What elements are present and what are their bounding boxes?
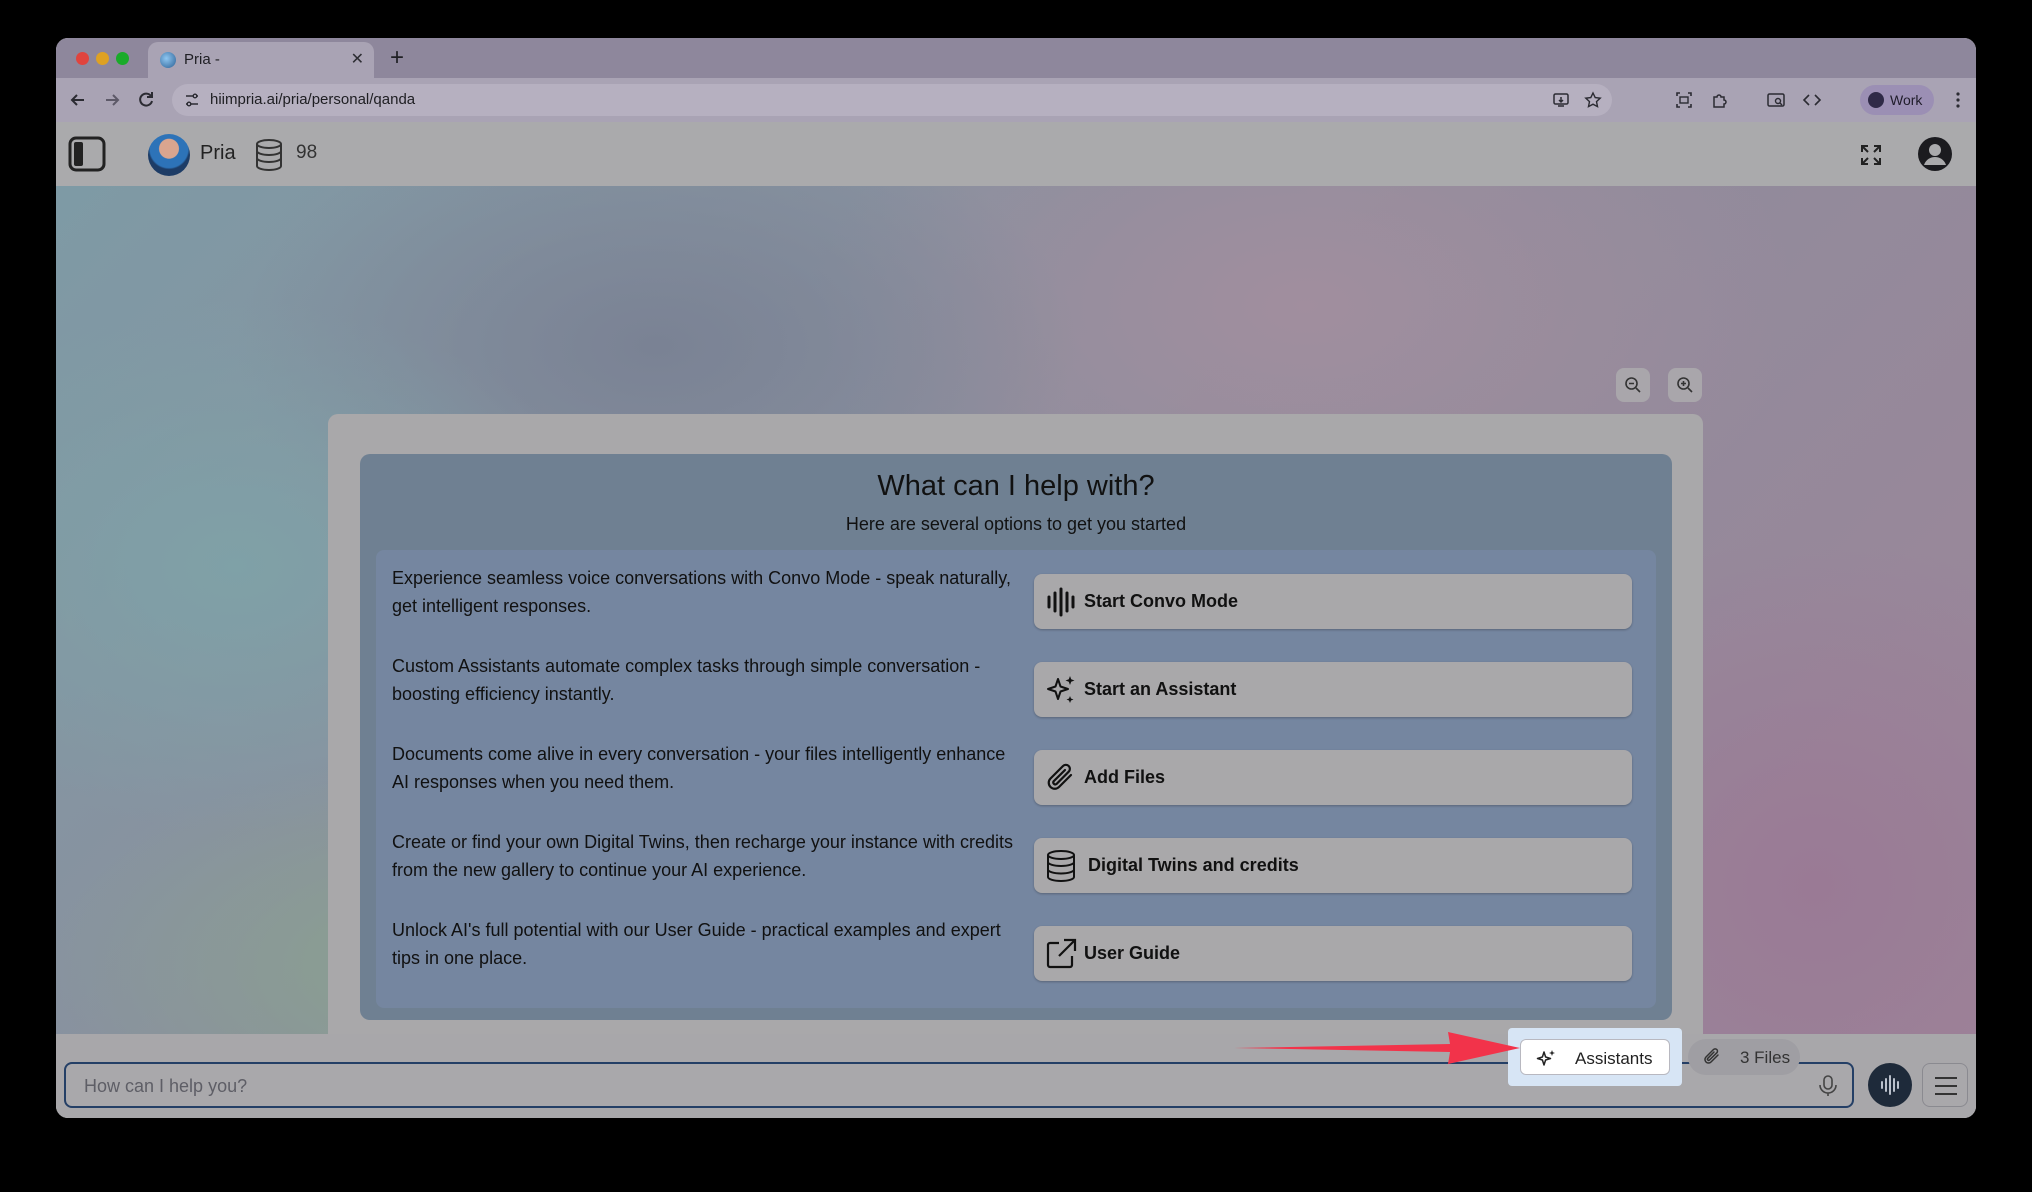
microphone-icon[interactable]	[1818, 1075, 1838, 1097]
developer-tools-icon[interactable]	[1802, 90, 1822, 110]
add-files-button[interactable]: Add Files	[1034, 750, 1632, 805]
fullscreen-icon[interactable]	[1860, 144, 1882, 166]
assistants-label: Assistants	[1575, 1049, 1653, 1068]
option-description: Unlock AI's full potential with our User…	[392, 920, 1001, 968]
sidebar-toggle-icon[interactable]	[68, 136, 106, 172]
zoom-in-button[interactable]	[1668, 368, 1702, 402]
tab-bar: Pria - ✕ +	[56, 38, 1976, 78]
main-content: What can I help with? Here are several o…	[56, 186, 1976, 1060]
install-app-icon[interactable]	[1552, 91, 1570, 109]
welcome-title: What can I help with?	[877, 470, 1155, 502]
user-account-icon[interactable]	[1916, 135, 1954, 173]
assistants-button[interactable]: Assistants	[1520, 1039, 1670, 1075]
database-icon	[1047, 850, 1075, 883]
paperclip-icon	[1704, 1048, 1719, 1064]
back-icon[interactable]	[68, 90, 88, 110]
start-convo-mode-button[interactable]: Start Convo Mode	[1034, 574, 1632, 629]
welcome-subtitle: Here are several options to get you star…	[845, 514, 1187, 534]
site-settings-icon[interactable]	[184, 92, 200, 108]
app-name: Pria	[200, 142, 236, 164]
paperclip-icon	[1047, 763, 1073, 790]
forward-icon[interactable]	[102, 90, 122, 110]
database-icon	[256, 139, 282, 172]
profile-avatar-icon	[1868, 92, 1884, 108]
browser-tab[interactable]: Pria - ✕	[148, 42, 374, 78]
tab-search-icon[interactable]	[1766, 90, 1786, 110]
external-link-icon	[1046, 938, 1077, 969]
browser-menu-icon[interactable]	[1948, 90, 1968, 110]
browser-window: Pria - ✕ + hiimpria.ai/pria/personal/qan…	[56, 38, 1976, 1118]
start-assistant-button[interactable]: Start an Assistant	[1034, 662, 1632, 717]
profile-label: Work	[1890, 92, 1923, 108]
audio-waveform-icon	[1047, 587, 1075, 617]
files-button[interactable]: 3 Files	[1688, 1039, 1800, 1075]
zoom-out-button[interactable]	[1616, 368, 1650, 402]
digital-twins-button[interactable]: Digital Twins and credits	[1034, 838, 1632, 893]
extensions-icon[interactable]	[1710, 90, 1730, 110]
profile-button[interactable]: Work	[1860, 85, 1934, 115]
options-list: Experience seamless voice conversations …	[376, 550, 1656, 1008]
browser-toolbar: hiimpria.ai/pria/personal/qanda Work	[56, 78, 1976, 122]
zoom-out-icon	[1625, 377, 1641, 393]
option-description: Experience seamless voice conversations …	[392, 568, 1011, 616]
option-button-label: Add Files	[1084, 767, 1166, 787]
option-description: Create or find your own Digital Twins, t…	[392, 832, 1013, 880]
zoom-in-icon	[1677, 377, 1693, 393]
app-header: Pria 98	[56, 122, 1976, 186]
option-button-label: Digital Twins and credits	[1088, 855, 1299, 875]
close-tab-icon[interactable]: ✕	[351, 49, 364, 69]
favicon-icon	[160, 52, 176, 68]
welcome-card: What can I help with? Here are several o…	[360, 454, 1672, 1020]
avatar[interactable]	[148, 134, 190, 176]
new-tab-icon[interactable]: +	[390, 44, 404, 72]
bookmark-star-icon[interactable]	[1584, 91, 1602, 109]
credits-count: 98	[296, 142, 318, 163]
annotation-arrow-icon	[1234, 1032, 1520, 1064]
welcome-panel: What can I help with? Here are several o…	[328, 414, 1703, 1060]
convo-mode-button[interactable]	[1868, 1063, 1912, 1107]
maximize-window-button[interactable]	[116, 52, 129, 65]
menu-button[interactable]	[1922, 1063, 1968, 1107]
sparkles-icon	[1536, 1050, 1555, 1066]
reload-icon[interactable]	[136, 90, 156, 110]
files-count: 3 Files	[1740, 1048, 1791, 1067]
hamburger-menu-icon	[1935, 1077, 1957, 1095]
option-button-label: Start Convo Mode	[1084, 591, 1239, 611]
url-text: hiimpria.ai/pria/personal/qanda	[210, 91, 416, 108]
minimize-window-button[interactable]	[96, 52, 109, 65]
option-button-label: Start an Assistant	[1084, 679, 1237, 699]
option-description: Custom Assistants automate complex tasks…	[392, 656, 981, 704]
user-guide-button[interactable]: User Guide	[1034, 926, 1632, 981]
audio-waveform-icon	[1881, 1075, 1899, 1095]
sparkles-icon	[1047, 676, 1075, 703]
close-window-button[interactable]	[76, 52, 89, 65]
option-description: Documents come alive in every conversati…	[392, 744, 1006, 792]
screenshot-icon[interactable]	[1674, 90, 1694, 110]
chat-bar: Assistants 3 Files	[56, 1028, 1976, 1118]
address-bar[interactable]: hiimpria.ai/pria/personal/qanda	[172, 84, 1612, 116]
tab-title: Pria -	[184, 51, 220, 68]
option-button-label: User Guide	[1084, 943, 1181, 963]
